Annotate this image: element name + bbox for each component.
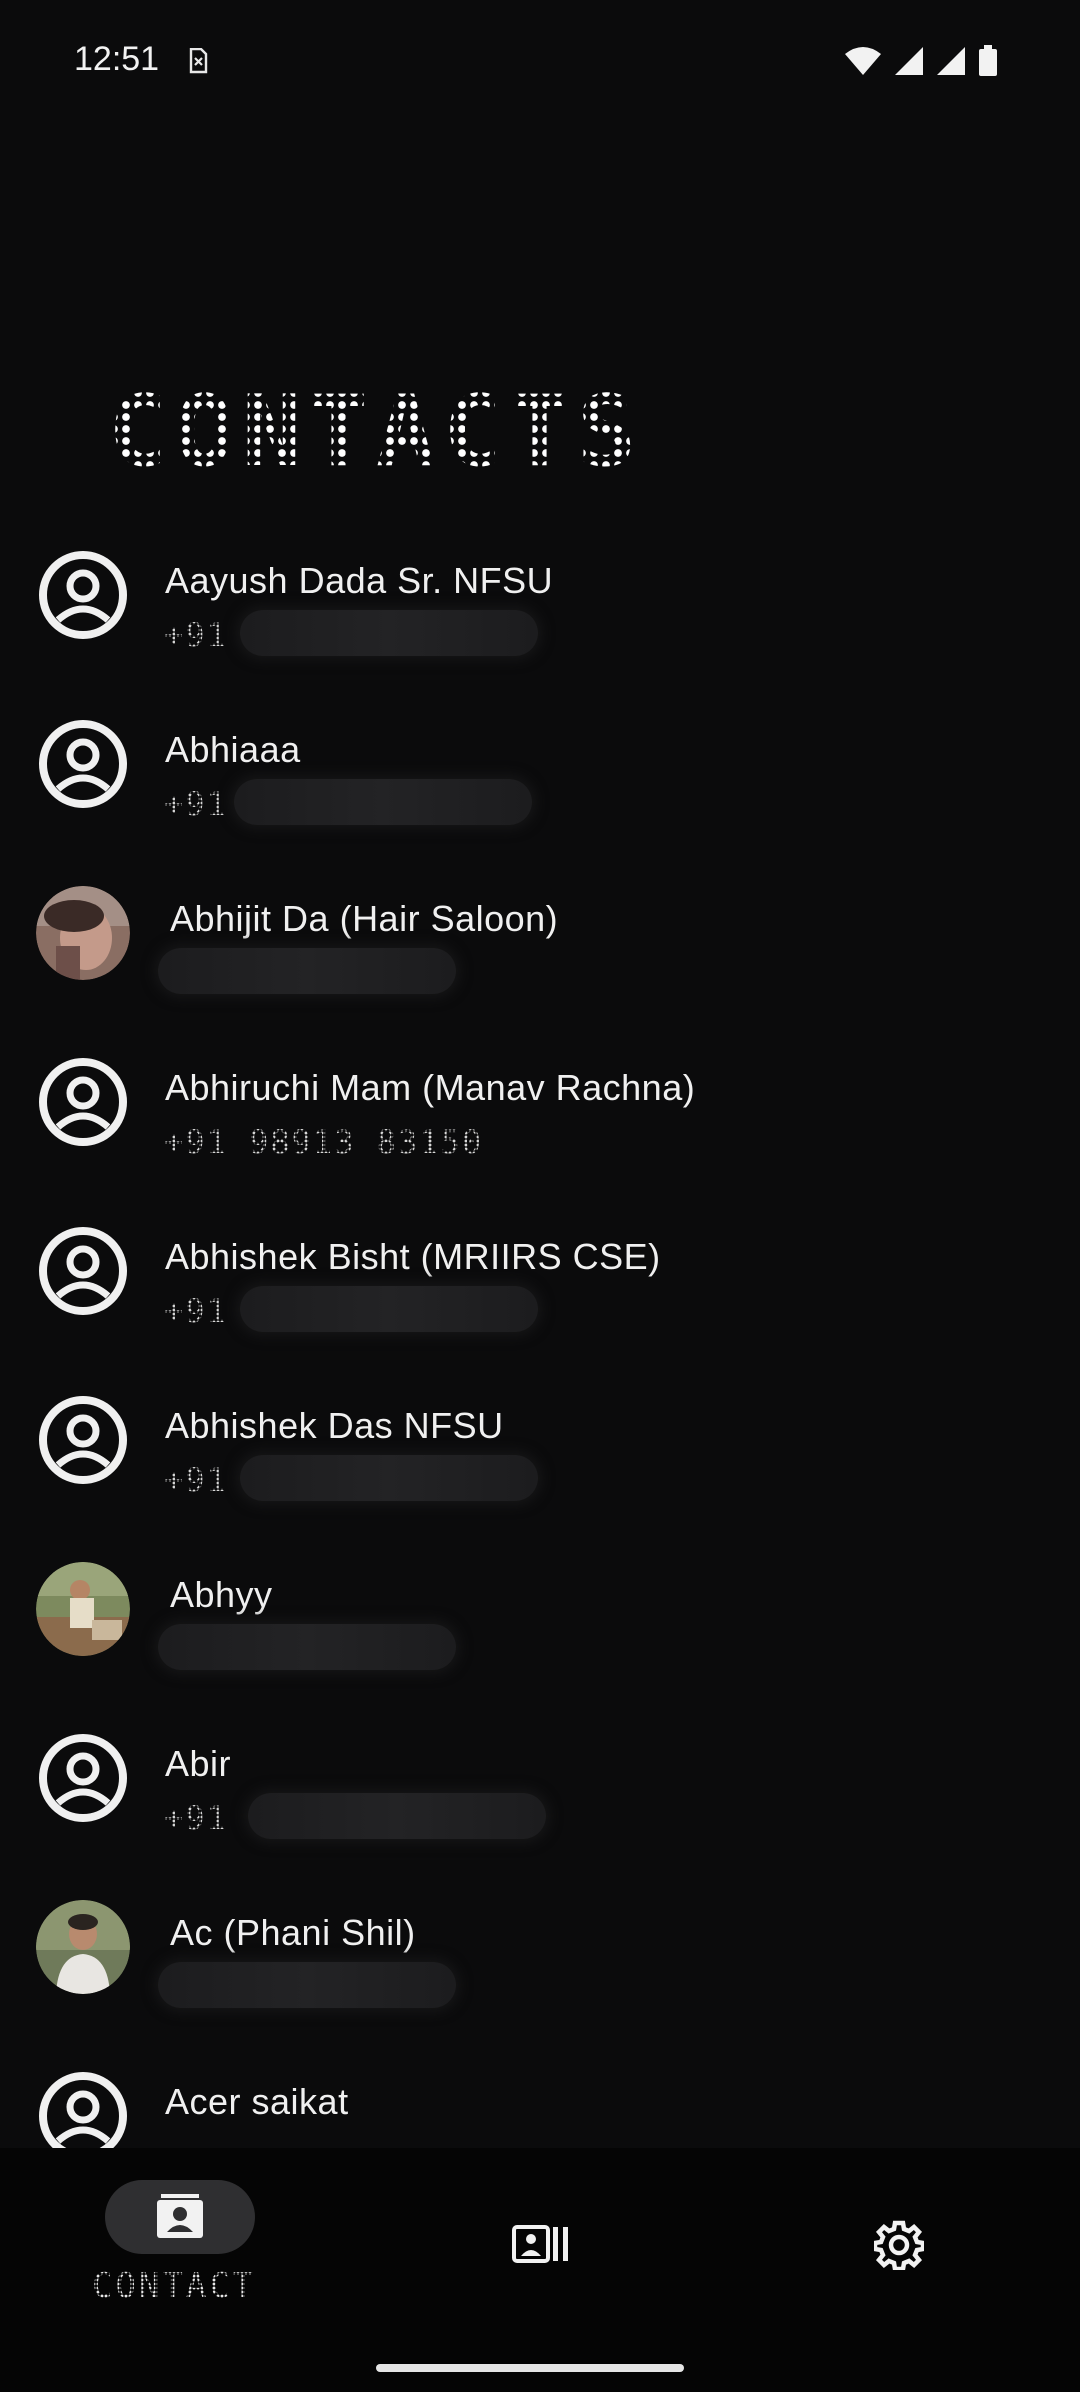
contact-name: Ac (Phani Shil) xyxy=(170,1912,416,1953)
contact-row[interactable]: Aayush Dada Sr. NFSU +91 xyxy=(0,520,1080,689)
contact-phone-prefix: +91 xyxy=(164,1461,228,1499)
contact-name: Abir xyxy=(165,1743,232,1784)
contact-name: Abhyy xyxy=(170,1574,273,1615)
default-avatar-icon xyxy=(39,1734,127,1822)
signal-icon xyxy=(937,47,965,75)
contact-row[interactable]: Abir +91 xyxy=(0,1703,1080,1872)
contact-phone-prefix: +91 xyxy=(164,785,228,823)
default-avatar-icon xyxy=(39,1227,127,1315)
wifi-icon xyxy=(845,47,881,75)
contact-phone: +91 98913 83150 xyxy=(164,1123,483,1161)
avatar xyxy=(36,1900,130,1994)
avatar xyxy=(36,1393,130,1487)
redacted-phone xyxy=(234,779,532,825)
avatar xyxy=(36,548,130,642)
avatar xyxy=(36,886,130,980)
bottom-navigation: CONTACT xyxy=(0,2148,1080,2392)
default-avatar-icon xyxy=(39,720,127,808)
contact-name: Aayush Dada Sr. NFSU xyxy=(165,560,554,601)
contact-row[interactable]: Acer saikat xyxy=(0,2041,1080,2148)
avatar xyxy=(36,1731,130,1825)
default-avatar-icon xyxy=(39,1396,127,1484)
contact-row[interactable]: Abhishek Das NFSU +91 xyxy=(0,1365,1080,1534)
home-indicator[interactable] xyxy=(376,2364,684,2372)
contact-phone-prefix: +91 xyxy=(164,1292,228,1330)
contact-row[interactable]: Abhishek Bisht (MRIIRS CSE) +91 xyxy=(0,1196,1080,1365)
status-time: 12:51 xyxy=(74,40,160,78)
contact-row[interactable]: Abhiruchi Mam (Manav Rachna) +91 98913 8… xyxy=(0,1027,1080,1196)
default-avatar-icon xyxy=(39,2072,127,2148)
page-title-text: CONTACTS xyxy=(108,375,645,489)
status-bar: 12:51 xyxy=(0,0,1080,120)
default-avatar-icon xyxy=(39,551,127,639)
contact-name: Acer saikat xyxy=(165,2081,349,2122)
contacts-list-icon[interactable] xyxy=(512,2224,570,2264)
default-avatar-icon xyxy=(39,1058,127,1146)
contact-name: Abhishek Bisht (MRIIRS CSE) xyxy=(165,1236,661,1277)
contact-row[interactable]: Abhiaaa +91 xyxy=(0,689,1080,858)
status-icons xyxy=(844,44,998,78)
contact-photo xyxy=(36,1900,130,1994)
redacted-phone xyxy=(240,1455,538,1501)
avatar xyxy=(36,1562,130,1656)
contact-list[interactable]: Aayush Dada Sr. NFSU +91 Abhiaaa +91 Abh… xyxy=(0,520,1080,2148)
redacted-phone xyxy=(248,1793,546,1839)
redacted-phone xyxy=(158,1624,456,1670)
contact-name: Abhiaaa xyxy=(165,729,301,770)
nav-item-label: CONTACT xyxy=(92,2266,257,2306)
contact-card-icon xyxy=(157,2194,203,2238)
avatar xyxy=(36,1055,130,1149)
signal-icon xyxy=(895,47,923,75)
redacted-phone xyxy=(240,1286,538,1332)
contact-photo xyxy=(36,886,130,980)
contact-row[interactable]: Ac (Phani Shil) xyxy=(0,1872,1080,2041)
contact-phone-prefix: +91 xyxy=(164,616,228,654)
redacted-phone xyxy=(240,610,538,656)
contact-row[interactable]: Abhyy xyxy=(0,1534,1080,1703)
contact-name: Abhiruchi Mam (Manav Rachna) xyxy=(165,1067,696,1108)
page-title: CONTACTS xyxy=(108,375,644,489)
avatar xyxy=(36,1224,130,1318)
contact-row[interactable]: Abhijit Da (Hair Saloon) xyxy=(0,858,1080,1027)
avatar xyxy=(36,2069,130,2148)
gear-icon[interactable] xyxy=(874,2220,924,2270)
redacted-phone xyxy=(158,1962,456,2008)
avatar xyxy=(36,717,130,811)
contact-name: Abhishek Das NFSU xyxy=(165,1405,504,1446)
contact-phone-prefix: +91 xyxy=(164,1799,228,1837)
contact-name: Abhijit Da (Hair Saloon) xyxy=(170,898,559,939)
contact-photo xyxy=(36,1562,130,1656)
redacted-phone xyxy=(158,948,456,994)
battery-icon xyxy=(979,45,997,76)
sim-card-icon xyxy=(189,48,208,74)
